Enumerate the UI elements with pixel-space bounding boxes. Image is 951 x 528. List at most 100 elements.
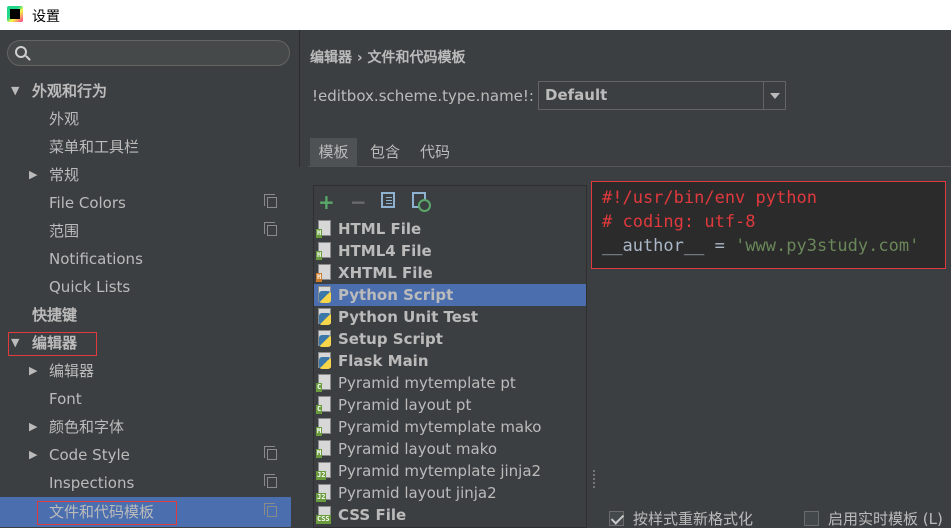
project-settings-icon — [264, 503, 277, 517]
code-token: # coding: utf-8 — [602, 212, 756, 232]
settings-sidebar: ▼ 外观和行为 外观 菜单和工具栏 ▶ 常规 File Colors 范围 No… — [0, 30, 299, 528]
template-label: CSS File — [338, 506, 407, 524]
sidebar-item-menus-toolbars[interactable]: 菜单和工具栏 — [0, 133, 291, 161]
chevron-right-icon[interactable]: ▶ — [29, 161, 37, 189]
project-settings-icon — [264, 474, 277, 488]
template-item[interactable]: Python Unit Test — [314, 306, 586, 328]
project-settings-icon — [264, 194, 277, 208]
template-item[interactable]: M Pyramid layout mako — [314, 438, 586, 460]
chameleon-file-icon: C — [316, 374, 332, 392]
chevron-down-icon[interactable] — [763, 82, 785, 109]
tab-bar: 模板 包含 代码 — [308, 138, 951, 167]
template-label: Setup Script — [338, 330, 443, 348]
template-item[interactable]: Setup Script — [314, 328, 586, 350]
remove-icon[interactable]: − — [350, 192, 367, 212]
template-item[interactable]: C Pyramid layout pt — [314, 394, 586, 416]
scheme-label: !editbox.scheme.type.name!: — [312, 87, 534, 105]
project-settings-icon — [264, 222, 277, 236]
template-label: XHTML File — [338, 264, 433, 282]
tab-code[interactable]: 代码 — [411, 138, 459, 167]
sidebar-item-label: Font — [49, 390, 82, 408]
copy-icon[interactable] — [381, 192, 395, 208]
code-token: __author__ — [602, 236, 705, 256]
sidebar-item-label: Quick Lists — [49, 278, 131, 296]
sidebar-item-appearance-behavior[interactable]: ▼ 外观和行为 — [0, 77, 291, 105]
mako-file-icon: M — [316, 418, 332, 436]
template-label: Flask Main — [338, 352, 429, 370]
scheme-value: Default — [545, 86, 608, 104]
template-label: Python Unit Test — [338, 308, 479, 326]
template-item[interactable]: CSS CSS File — [314, 504, 586, 526]
template-label: HTML File — [338, 220, 422, 238]
template-item[interactable]: H HTML File — [314, 218, 586, 240]
sidebar-item-file-colors[interactable]: File Colors — [0, 189, 291, 217]
template-label: Pyramid mytemplate mako — [338, 418, 542, 436]
code-token: #!/usr/bin/env python — [602, 188, 817, 208]
chevron-right-icon[interactable]: ▶ — [29, 441, 37, 469]
tab-includes[interactable]: 包含 — [361, 138, 409, 167]
sidebar-item-appearance[interactable]: 外观 — [0, 105, 291, 133]
sidebar-item-colors-fonts[interactable]: ▶ 颜色和字体 — [0, 413, 291, 441]
sidebar-item-editor-general[interactable]: ▶ 编辑器 — [0, 357, 291, 385]
chevron-down-icon[interactable]: ▼ — [11, 77, 19, 105]
tab-templates[interactable]: 模板 — [310, 138, 357, 167]
html-file-icon: H — [316, 220, 332, 238]
chevron-right-icon[interactable]: ▶ — [29, 413, 37, 441]
template-label: Pyramid layout mako — [338, 440, 498, 458]
highlight-box — [37, 501, 177, 525]
title-bar: 设置 — [0, 0, 951, 30]
sidebar-item-scopes[interactable]: 范围 — [0, 217, 291, 245]
xhtml-file-icon: H — [316, 264, 332, 282]
sidebar-item-font[interactable]: Font — [0, 385, 291, 413]
reset-icon[interactable] — [412, 192, 431, 212]
template-label: Python Script — [338, 286, 454, 304]
sidebar-item-code-style[interactable]: ▶ Code Style — [0, 441, 291, 469]
live-templates-checkbox[interactable] — [804, 511, 819, 526]
template-item[interactable]: M Pyramid mytemplate mako — [314, 416, 586, 438]
chevron-right-icon[interactable]: ▶ — [29, 357, 37, 385]
template-item[interactable]: Flask Main — [314, 350, 586, 372]
scheme-dropdown[interactable]: Default — [538, 81, 786, 110]
sidebar-item-general[interactable]: ▶ 常规 — [0, 161, 291, 189]
reformat-label: 按样式重新格式化 — [633, 510, 754, 528]
sidebar-item-label: File Colors — [49, 194, 126, 212]
sidebar-item-inspections[interactable]: Inspections — [0, 469, 291, 497]
template-item[interactable]: J2 Pyramid mytemplate jinja2 — [314, 460, 586, 482]
splitter-handle[interactable] — [593, 470, 597, 490]
search-icon — [15, 46, 27, 58]
template-label: Pyramid mytemplate pt — [338, 374, 516, 392]
sidebar-item-keymap[interactable]: 快捷键 — [0, 301, 291, 329]
sidebar-item-label: 外观和行为 — [32, 82, 108, 100]
sidebar-item-notifications[interactable]: Notifications — [0, 245, 291, 273]
template-item[interactable]: H XHTML File — [314, 262, 586, 284]
sidebar-item-label: 菜单和工具栏 — [49, 138, 140, 156]
code-token: = — [704, 236, 736, 256]
template-label: Pyramid layout pt — [338, 396, 472, 414]
template-editor[interactable]: #!/usr/bin/env python # coding: utf-8 __au… — [591, 181, 946, 269]
highlight-box — [8, 332, 97, 356]
template-item[interactable]: C Pyramid mytemplate pt — [314, 372, 586, 394]
python-file-icon — [316, 286, 332, 304]
sidebar-item-quick-lists[interactable]: Quick Lists — [0, 273, 291, 301]
template-item[interactable]: Python Script — [314, 284, 586, 306]
sidebar-item-label: 常规 — [49, 166, 80, 184]
sidebar-item-label: Notifications — [49, 250, 143, 268]
template-label: Pyramid layout jinja2 — [338, 484, 497, 502]
template-label: HTML4 File — [338, 242, 432, 260]
template-item[interactable]: J2 Pyramid layout jinja2 — [314, 482, 586, 504]
python-file-icon — [316, 352, 332, 370]
code-line: __author__ = 'www.py3study.com' — [602, 234, 945, 258]
python-file-icon — [316, 308, 332, 326]
search-input[interactable] — [7, 40, 290, 66]
project-settings-icon — [264, 446, 277, 460]
template-label: Pyramid mytemplate jinja2 — [338, 462, 542, 480]
jinja2-file-icon: J2 — [316, 484, 332, 502]
html-file-icon: H — [316, 242, 332, 260]
reformat-checkbox[interactable] — [609, 511, 624, 526]
python-file-icon — [316, 330, 332, 348]
sidebar-item-label: Inspections — [49, 474, 135, 492]
code-token: 'www.py3study.com' — [735, 236, 920, 256]
template-item[interactable]: H HTML4 File — [314, 240, 586, 262]
add-icon[interactable]: + — [318, 192, 335, 212]
sidebar-item-label: Code Style — [49, 446, 130, 464]
